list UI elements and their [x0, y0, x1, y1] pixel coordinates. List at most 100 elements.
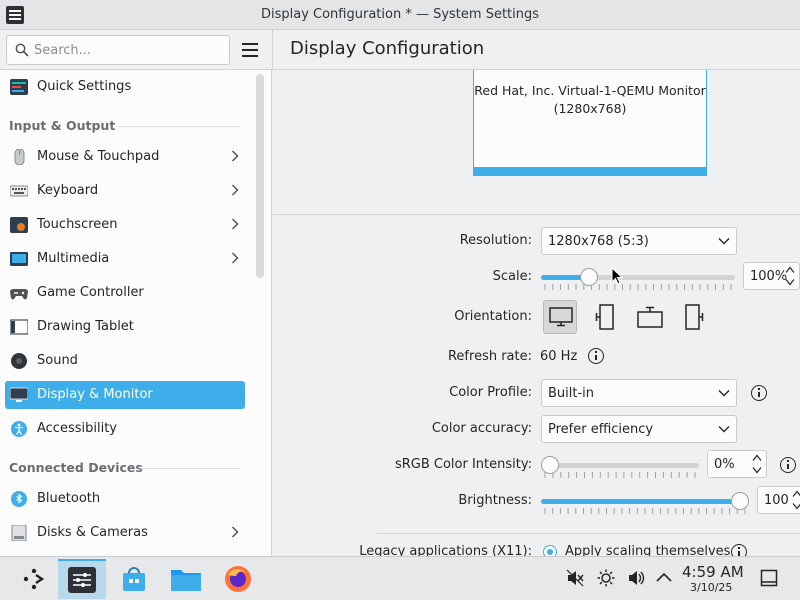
sidebar: Quick Settings Input & Output Mouse & To…	[0, 70, 272, 556]
show-desktop-icon[interactable]	[760, 569, 778, 587]
brightness-icon[interactable]	[597, 569, 615, 587]
category-connected-devices: Connected Devices	[9, 460, 143, 475]
monitor-icon	[10, 387, 28, 402]
legacy-apps-label: Legacy applications (X11):	[359, 544, 532, 556]
category-input-output: Input & Output	[9, 118, 116, 133]
gamepad-icon	[10, 289, 28, 300]
landscape-monitor-icon	[549, 307, 573, 327]
sidebar-item-sound[interactable]: Sound	[5, 347, 245, 375]
search-input[interactable]: Search...	[6, 35, 230, 65]
orientation-portrait-left-button[interactable]	[588, 300, 622, 334]
flipped-monitor-icon	[637, 306, 663, 328]
section-divider	[377, 533, 800, 534]
mouse-cursor-icon	[611, 267, 623, 285]
color-profile-dropdown[interactable]: Built-in	[541, 379, 737, 407]
sidebar-item-multimedia[interactable]: Multimedia	[5, 245, 245, 273]
touchscreen-icon	[10, 217, 28, 233]
page-title: Display Configuration	[290, 38, 485, 59]
taskbar-system-settings[interactable]	[58, 559, 106, 599]
sidebar-item-mouse-touchpad[interactable]: Mouse & Touchpad	[5, 143, 245, 171]
monitor-arrangement-area: Red Hat, Inc. Virtual-1-QEMU Monitor (12…	[273, 70, 800, 215]
spin-down-icon[interactable]	[792, 502, 800, 510]
sidebar-item-display-monitor[interactable]: Display & Monitor	[5, 381, 245, 409]
chevron-up-icon[interactable]	[655, 569, 673, 587]
accessibility-icon	[11, 421, 27, 437]
scale-label: Scale:	[492, 269, 532, 284]
spin-up-icon[interactable]	[792, 490, 800, 498]
folder-icon	[171, 570, 201, 591]
scale-spinbox[interactable]: 100%	[743, 262, 800, 290]
legacy-scaling-option: Apply scaling themselves	[565, 544, 731, 556]
volume-muted-icon[interactable]	[566, 569, 584, 587]
monitor-selected-bar	[474, 167, 706, 175]
hamburger-menu-icon[interactable]	[240, 40, 260, 60]
chevron-right-icon	[232, 150, 239, 162]
clock-date[interactable]: 3/10/25	[690, 581, 732, 594]
spin-down-icon[interactable]	[752, 466, 762, 474]
sidebar-item-touchscreen[interactable]: Touchscreen	[5, 211, 245, 239]
sidebar-item-quick-settings[interactable]: Quick Settings	[5, 73, 245, 101]
orientation-portrait-right-button[interactable]	[677, 300, 711, 334]
sidebar-scrollbar[interactable]	[256, 74, 264, 278]
chevron-right-icon	[232, 218, 239, 230]
color-accuracy-dropdown[interactable]: Prefer efficiency	[541, 415, 737, 443]
keyboard-icon	[10, 185, 28, 197]
taskbar-discover[interactable]	[110, 559, 158, 599]
srgb-slider-handle[interactable]	[541, 456, 559, 474]
legacy-scaling-radio[interactable]	[543, 545, 557, 556]
srgb-slider-ticks	[544, 472, 696, 478]
clock-time[interactable]: 4:59 AM	[682, 563, 744, 581]
color-accuracy-label: Color accuracy:	[431, 421, 532, 436]
srgb-intensity-slider[interactable]	[541, 456, 699, 479]
header-bar: Search... Display Configuration	[0, 30, 800, 70]
refresh-rate-label: Refresh rate:	[447, 349, 532, 364]
mouse-icon	[14, 149, 25, 165]
volume-icon[interactable]	[627, 569, 645, 587]
chevron-down-icon	[718, 390, 730, 397]
monitor-resolution-label: (1280x768)	[553, 101, 627, 116]
refresh-rate-info-icon[interactable]	[588, 348, 604, 364]
chevron-down-icon	[718, 426, 730, 433]
firefox-icon	[225, 566, 251, 592]
scale-slider[interactable]	[541, 268, 735, 291]
orientation-flipped-button[interactable]	[633, 300, 667, 334]
brightness-slider-handle[interactable]	[731, 492, 749, 510]
orientation-label: Orientation:	[454, 309, 532, 324]
scale-slider-handle[interactable]	[580, 268, 598, 286]
tablet-icon	[10, 319, 28, 335]
monitor-preview[interactable]: Red Hat, Inc. Virtual-1-QEMU Monitor (12…	[473, 70, 707, 176]
application-launcher-button[interactable]	[10, 559, 58, 599]
spin-up-icon[interactable]	[785, 266, 795, 274]
spin-down-icon[interactable]	[785, 278, 795, 286]
header-divider	[272, 30, 273, 70]
orientation-landscape-button[interactable]	[543, 300, 577, 334]
sidebar-item-drawing-tablet[interactable]: Drawing Tablet	[5, 313, 245, 341]
disk-icon	[11, 525, 27, 541]
srgb-intensity-spinbox[interactable]: 0%	[707, 450, 767, 478]
taskbar-firefox[interactable]	[214, 559, 262, 599]
taskbar-file-manager[interactable]	[162, 559, 210, 599]
orientation-buttons	[541, 300, 711, 334]
sidebar-item-keyboard[interactable]: Keyboard	[5, 177, 245, 205]
window-title: Display Configuration * — System Setting…	[260, 7, 540, 22]
resolution-dropdown[interactable]: 1280x768 (5:3)	[541, 227, 737, 255]
search-placeholder: Search...	[34, 43, 92, 58]
sidebar-item-bluetooth[interactable]: Bluetooth	[5, 485, 245, 513]
sidebar-item-game-controller[interactable]: Game Controller	[5, 279, 245, 307]
brightness-slider-ticks	[544, 508, 746, 514]
quick-settings-icon	[10, 79, 28, 95]
chevron-right-icon	[232, 184, 239, 196]
portrait-right-monitor-icon	[685, 304, 704, 330]
legacy-info-icon[interactable]	[731, 544, 747, 556]
sidebar-item-accessibility[interactable]: Accessibility	[5, 415, 245, 443]
chevron-right-icon	[232, 526, 239, 538]
brightness-spinbox[interactable]: 100	[757, 486, 800, 514]
store-bag-icon	[123, 567, 145, 591]
sound-icon	[11, 353, 27, 369]
spin-up-icon[interactable]	[752, 454, 762, 462]
brightness-slider[interactable]	[541, 492, 749, 515]
color-profile-info-icon[interactable]	[751, 385, 767, 401]
sidebar-item-disks-cameras[interactable]: Disks & Cameras	[5, 519, 245, 547]
srgb-info-icon[interactable]	[780, 457, 796, 473]
chevron-right-icon	[232, 252, 239, 264]
